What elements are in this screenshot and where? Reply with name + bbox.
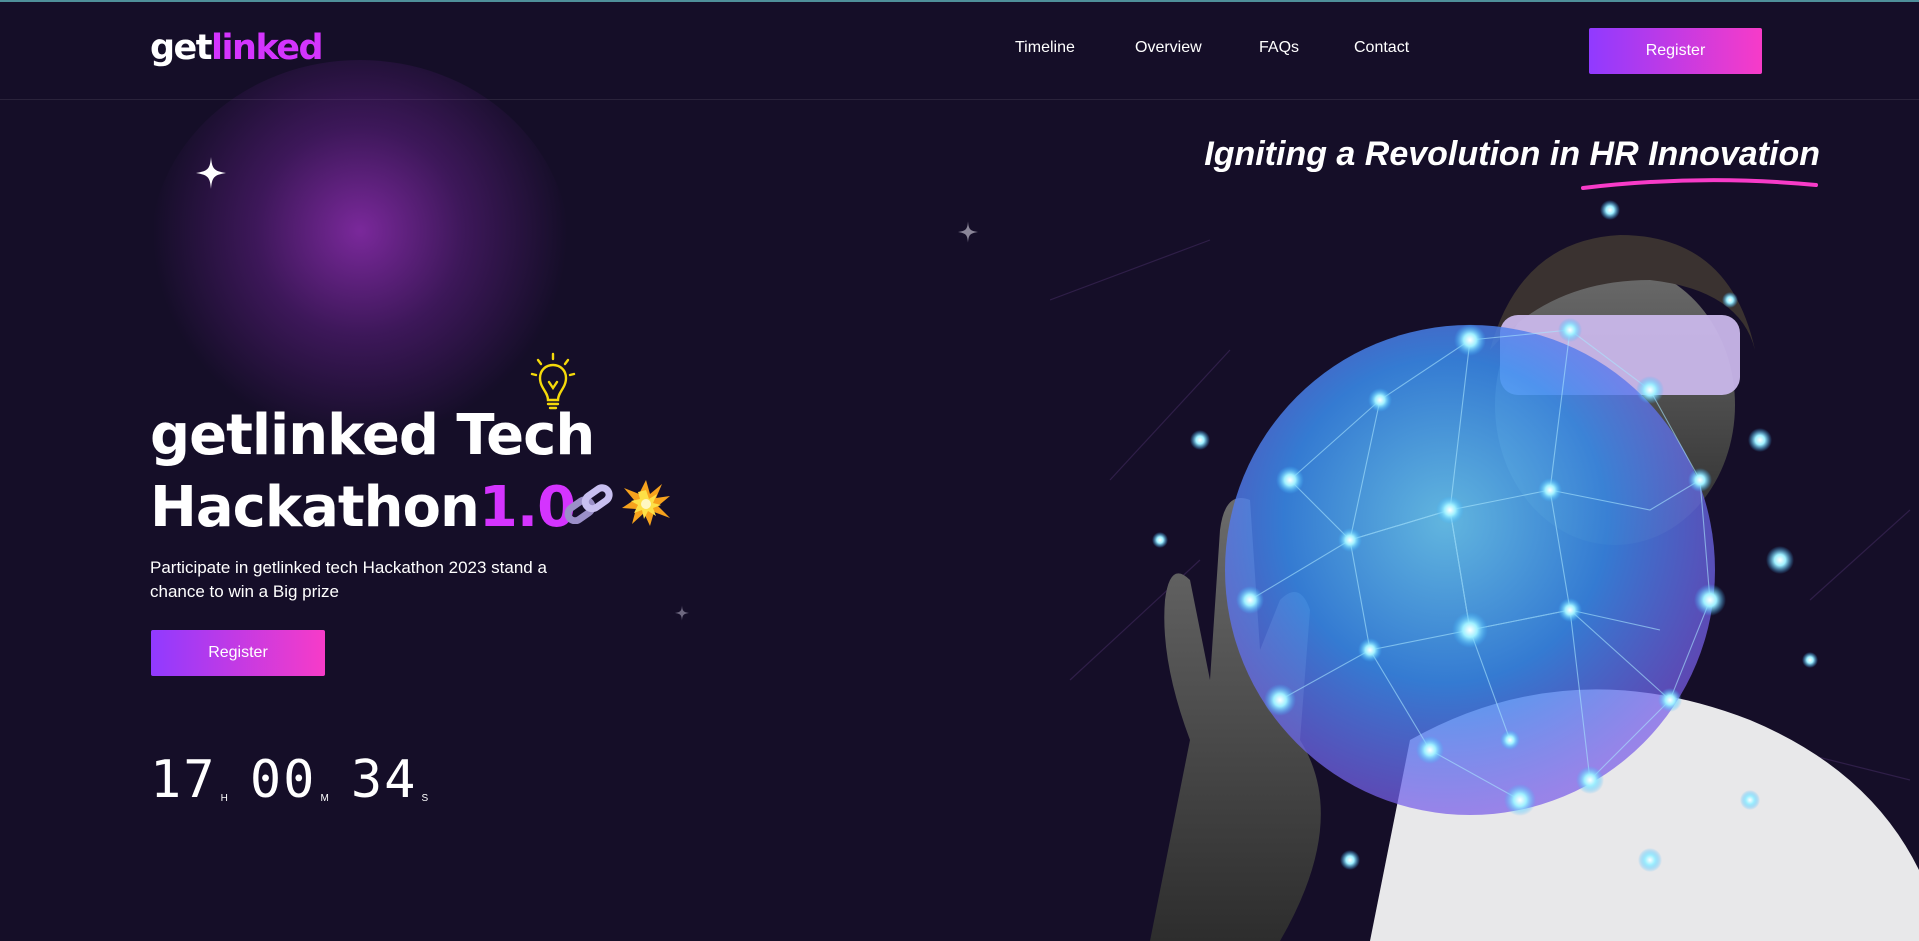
sparkle-icon [675, 605, 689, 621]
hero-illustration [1050, 200, 1919, 941]
hero-register-button[interactable]: Register [151, 630, 325, 676]
countdown-minutes: 00 [249, 750, 317, 810]
countdown-seconds-unit: S [421, 793, 429, 804]
logo-part-linked: linked [211, 28, 324, 68]
hero-glow [150, 60, 570, 440]
countdown-hours: 17 [150, 750, 217, 810]
nav-link-overview[interactable]: Overview [1135, 39, 1202, 57]
countdown-hours-unit: H [220, 793, 228, 804]
hero-title-version: 1.0 [478, 475, 576, 540]
countdown-minutes-unit: M [320, 793, 329, 804]
hero-description: Participate in getlinked tech Hackathon … [150, 558, 547, 601]
explosion-icon [622, 480, 670, 526]
sparkle-icon [196, 157, 226, 189]
hero-title-line1: getlinked Tech [150, 403, 595, 468]
sparkle-icon [958, 221, 978, 243]
hero-tagline: Igniting a Revolution in HR Innovation [1204, 135, 1820, 173]
nav-link-faqs[interactable]: FAQs [1259, 39, 1299, 57]
countdown-seconds: 34 [350, 750, 418, 810]
hero-title-word: Hackathon [150, 475, 480, 540]
nav-link-contact[interactable]: Contact [1354, 39, 1409, 57]
logo-part-get: get [150, 28, 213, 68]
logo[interactable]: getlinked [150, 28, 324, 68]
hero-title-line2: Hackathon1.0 [150, 472, 594, 544]
countdown-timer: 17 H 00 M 34 S [150, 750, 450, 810]
nav-register-button[interactable]: Register [1589, 28, 1762, 74]
chain-icon [564, 484, 613, 524]
nav-link-timeline[interactable]: Timeline [1015, 39, 1075, 57]
hero-title: getlinked Tech Hackathon1.0 [150, 400, 595, 544]
